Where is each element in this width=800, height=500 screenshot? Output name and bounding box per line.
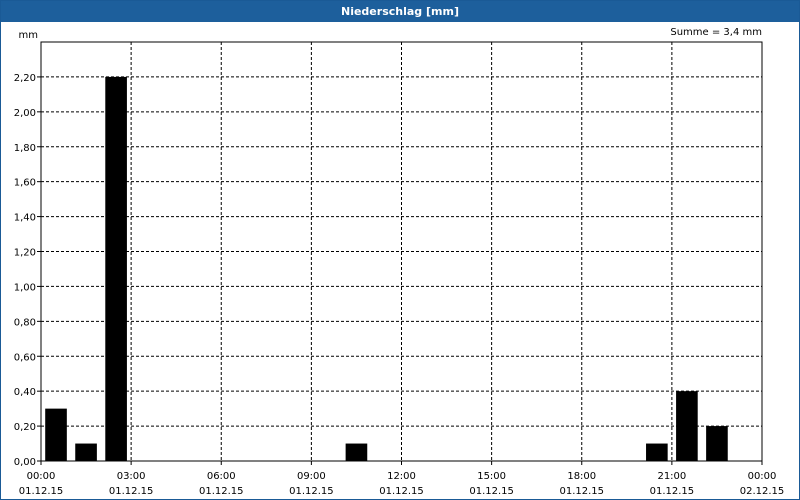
x-tick-time-label: 06:00 [207,471,236,482]
y-tick-label: 1,00 [14,282,36,293]
x-tick-time-label: 12:00 [387,471,416,482]
x-tick-time-label: 03:00 [117,471,146,482]
precipitation-bar [75,443,97,461]
y-tick-label: 0,00 [14,457,36,468]
x-tick-time-label: 09:00 [297,471,326,482]
x-tick-date-label: 01.12.15 [289,486,334,497]
x-tick-time-label: 00:00 [748,471,777,482]
precipitation-bar [706,426,728,461]
y-tick-label: 1,20 [14,248,36,259]
precipitation-bar [646,443,668,461]
x-tick-date-label: 02.12.15 [740,486,785,497]
y-tick-label: 0,60 [14,352,36,363]
x-tick-time-label: 18:00 [567,471,596,482]
x-tick-date-label: 01.12.15 [19,486,64,497]
x-tick-date-label: 01.12.15 [199,486,244,497]
precipitation-bar [105,76,127,462]
precipitation-bar [676,391,698,461]
x-tick-date-label: 01.12.15 [559,486,604,497]
precipitation-chart: 0,00 0,20 0,40 0,60 0,80 1,00 1,20 1,40 1,60 1,80… [14,30,785,497]
x-tick-date-label: 01.12.15 [109,486,154,497]
y-tick-label: 0,80 [14,317,36,328]
y-tick-label: 1,80 [14,143,36,154]
y-tick-label: 1,60 [14,178,36,189]
y-tick-label: 2,20 [14,73,36,84]
y-tick-label: 1,40 [14,213,36,224]
x-tick-time-label: 21:00 [657,471,686,482]
x-tick-time-label: 15:00 [477,471,506,482]
y-tick-label: 0,20 [14,422,36,433]
x-tick-date-label: 01.12.15 [469,486,514,497]
y-tick-label: 2,00 [14,108,36,119]
precipitation-bar [345,443,368,461]
x-tick-date-label: 01.12.15 [650,486,695,497]
x-tick-time-label: 00:00 [27,471,56,482]
precipitation-bar [45,408,67,461]
y-tick-label: 0,40 [14,387,36,398]
y-axis-label: mm [19,30,38,41]
x-tick-date-label: 01.12.15 [379,486,424,497]
